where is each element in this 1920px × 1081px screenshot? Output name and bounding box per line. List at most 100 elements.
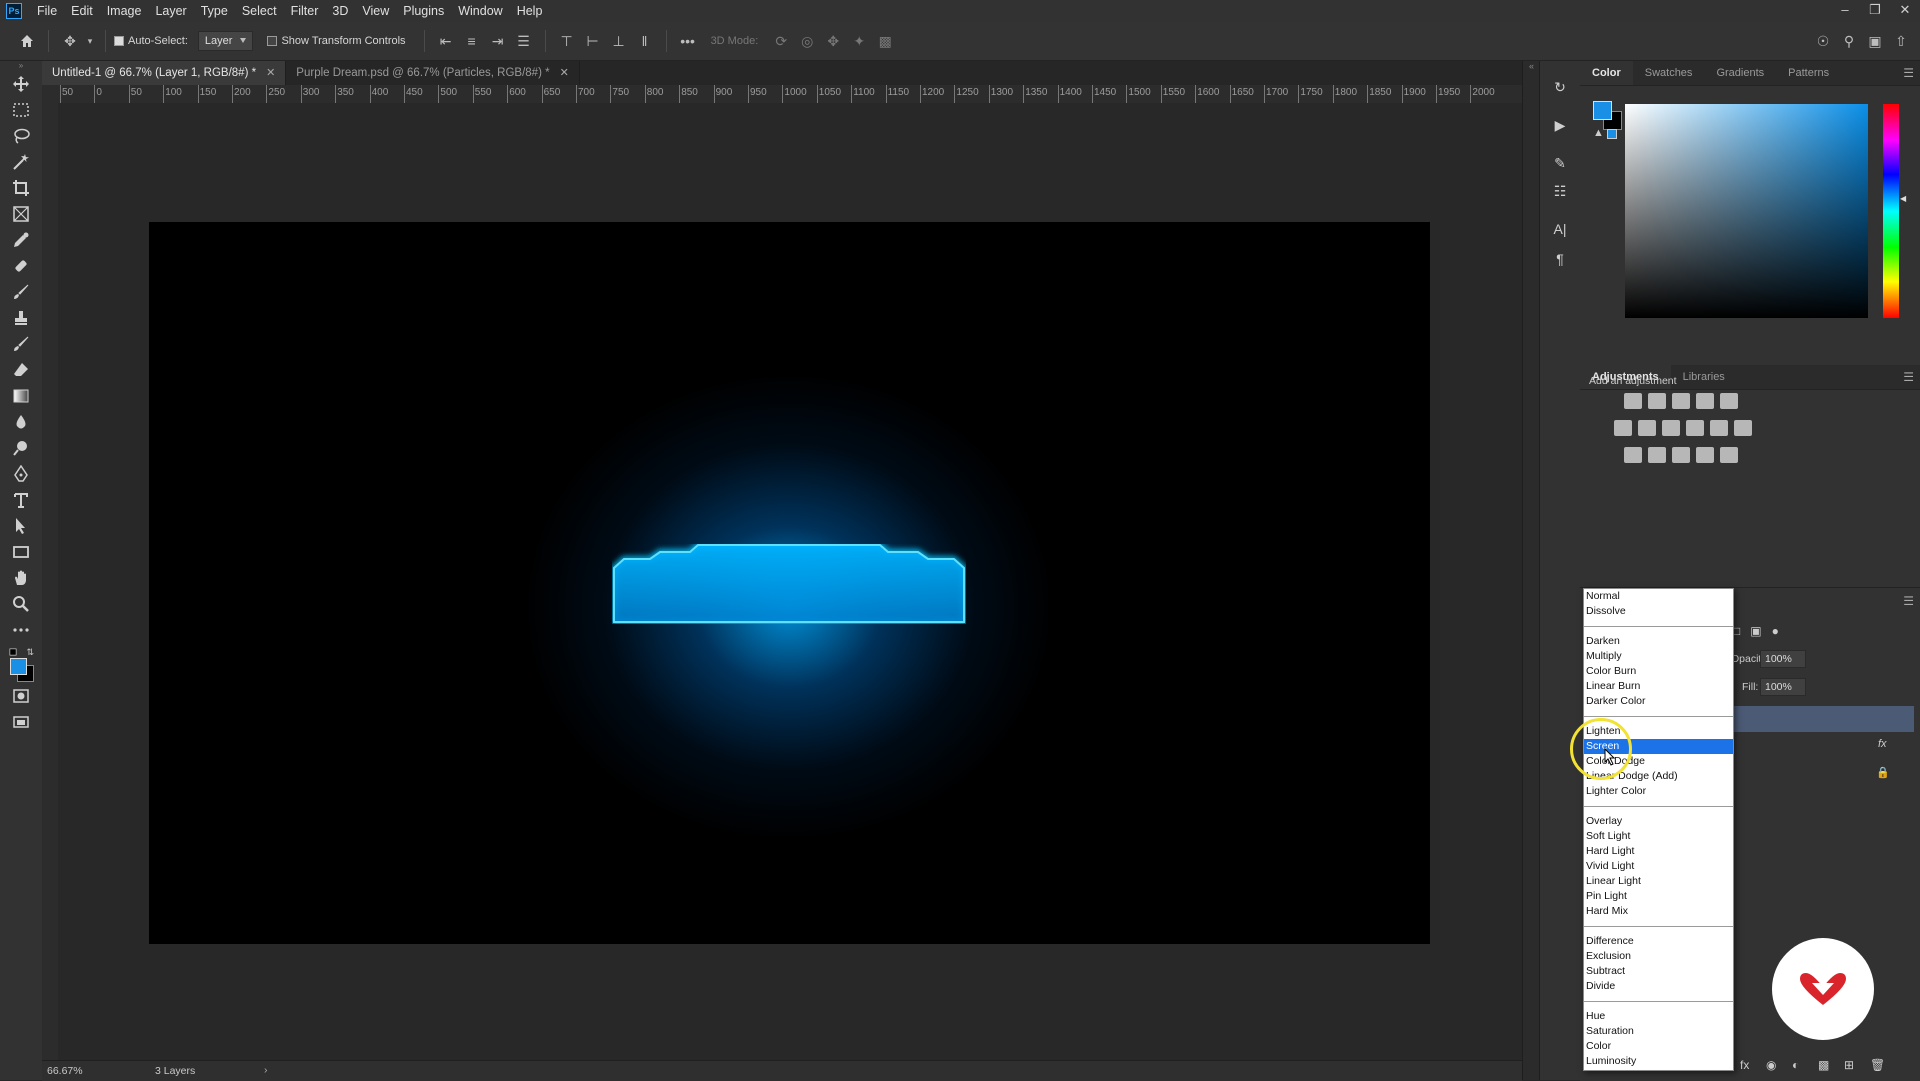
blend-mode-option[interactable]: Luminosity [1584,1054,1733,1069]
align-right-icon[interactable]: ⇥ [487,30,509,52]
brush-settings-icon[interactable]: ✎ [1548,151,1572,175]
layer-effects-icon[interactable]: fx [1878,738,1887,750]
magic-wand-tool-icon[interactable] [8,151,34,173]
blend-mode-option[interactable]: Normal [1584,589,1733,604]
minimize-icon[interactable]: – [1830,0,1860,22]
foreground-color-swatch[interactable] [1593,101,1612,120]
tab-color[interactable]: Color [1580,61,1633,85]
panel-menu-icon[interactable]: ☰ [1903,594,1914,608]
collapse-icon[interactable]: « [1523,61,1540,71]
align-left-icon[interactable]: ⇤ [435,30,457,52]
hue-slider[interactable] [1883,104,1899,318]
blend-mode-option[interactable]: Hard Light [1584,844,1733,859]
blend-mode-option[interactable]: Darken [1584,634,1733,649]
panel-menu-icon[interactable]: ☰ [1903,66,1914,80]
new-layer-icon[interactable]: ⊞ [1844,1058,1870,1072]
hand-tool-icon[interactable] [8,567,34,589]
eyedropper-tool-icon[interactable] [8,229,34,251]
new-adjustment-icon[interactable]: ◐ [1792,1058,1818,1072]
history-panel-icon[interactable]: ↻ [1548,75,1572,99]
type-tool-icon[interactable] [8,489,34,511]
menu-image[interactable]: Image [100,4,149,18]
blend-mode-option[interactable]: Divide [1584,979,1733,994]
tab-purple-dream[interactable]: Purple Dream.psd @ 66.7% (Particles, RGB… [286,61,580,85]
clone-stamp-tool-icon[interactable] [8,307,34,329]
hue-saturation-icon[interactable] [1614,420,1632,436]
add-mask-icon[interactable]: ◉ [1766,1058,1792,1072]
blend-mode-option[interactable]: Darker Color [1584,694,1733,709]
photo-filter-icon[interactable] [1686,420,1704,436]
delete-layer-icon[interactable]: 🗑 [1870,1058,1896,1072]
align-bottom-icon[interactable]: ⊥ [608,30,630,52]
tab-patterns[interactable]: Patterns [1776,61,1841,85]
opacity-input[interactable]: 100% [1760,650,1806,668]
invert-icon[interactable] [1624,447,1642,463]
new-group-icon[interactable]: ▩ [1818,1058,1844,1072]
paragraph-icon[interactable]: ¶ [1548,247,1572,271]
zoom-tool-icon[interactable] [8,593,34,615]
distribute-vertical-icon[interactable]: ‖ [634,30,656,52]
blend-mode-option[interactable]: Color Burn [1584,664,1733,679]
menu-edit[interactable]: Edit [64,4,100,18]
chevron-down-icon[interactable]: ▾ [85,30,95,52]
fill-input[interactable]: 100% [1760,678,1806,696]
auto-select-dropdown[interactable]: Layer [197,31,254,51]
brush-tool-icon[interactable] [8,281,34,303]
show-transform-checkbox[interactable] [267,36,278,46]
vertical-ruler[interactable] [42,103,59,1060]
blur-tool-icon[interactable] [8,411,34,433]
3d-slide-icon[interactable]: ✦ [848,30,870,52]
curves-icon[interactable] [1672,393,1690,409]
blend-mode-option[interactable]: Soft Light [1584,829,1733,844]
dodge-tool-icon[interactable] [8,437,34,459]
more-options-icon[interactable]: ••• [677,30,699,52]
gradient-map-icon[interactable] [1720,447,1738,463]
blend-mode-option[interactable]: Linear Light [1584,874,1733,889]
path-selection-tool-icon[interactable] [8,515,34,537]
menu-filter[interactable]: Filter [284,4,326,18]
restore-icon[interactable]: ❐ [1860,0,1890,22]
3d-roll-icon[interactable]: ◎ [796,30,818,52]
blend-mode-option[interactable]: Difference [1584,934,1733,949]
document-canvas[interactable] [149,222,1430,944]
color-lookup-icon[interactable] [1734,420,1752,436]
gamut-warning-icon[interactable]: ▲ [1593,127,1604,139]
add-style-icon[interactable]: fx [1740,1058,1766,1072]
blend-mode-option[interactable]: Exclusion [1584,949,1733,964]
channel-mixer-icon[interactable] [1710,420,1728,436]
close-tab-icon[interactable]: ✕ [266,61,275,85]
levels-icon[interactable] [1648,393,1666,409]
3d-camera-icon[interactable]: ▩ [874,30,896,52]
home-icon[interactable] [16,30,38,52]
menu-file[interactable]: File [30,4,64,18]
tab-untitled-1[interactable]: Untitled-1 @ 66.7% (Layer 1, RGB/8#) * ✕ [42,61,287,85]
collapse-icon[interactable]: » [0,61,42,70]
healing-brush-tool-icon[interactable] [8,255,34,277]
move-tool-icon[interactable] [8,73,34,95]
selected-layer-row[interactable] [1730,706,1914,732]
menu-3d[interactable]: 3D [325,4,355,18]
edit-toolbar-icon[interactable] [8,619,34,641]
3d-orbit-icon[interactable]: ⟳ [770,30,792,52]
blend-mode-option[interactable]: Lighter Color [1584,784,1733,799]
threshold-icon[interactable] [1672,447,1690,463]
marquee-tool-icon[interactable] [8,99,34,121]
ruler-origin[interactable] [42,85,58,103]
search-icon[interactable]: ⚲ [1838,30,1860,52]
quick-mask-icon[interactable] [8,685,34,707]
blend-mode-option[interactable]: Overlay [1584,814,1733,829]
align-top-icon[interactable]: ⊤ [556,30,578,52]
menu-type[interactable]: Type [194,4,235,18]
lock-artboard-icon[interactable]: ▣ [1750,624,1761,638]
default-colors-icon[interactable] [9,648,17,656]
actions-play-icon[interactable]: ▶ [1548,113,1572,137]
screen-mode-icon[interactable] [8,711,34,733]
black-white-icon[interactable] [1662,420,1680,436]
tab-gradients[interactable]: Gradients [1704,61,1776,85]
blend-mode-option[interactable]: Subtract [1584,964,1733,979]
history-brush-tool-icon[interactable] [8,333,34,355]
menu-view[interactable]: View [355,4,396,18]
layer-lock-icon[interactable]: 🔒 [1876,766,1890,779]
properties-icon[interactable]: ☷ [1548,179,1572,203]
move-tool-icon[interactable]: ✥ [59,30,81,52]
